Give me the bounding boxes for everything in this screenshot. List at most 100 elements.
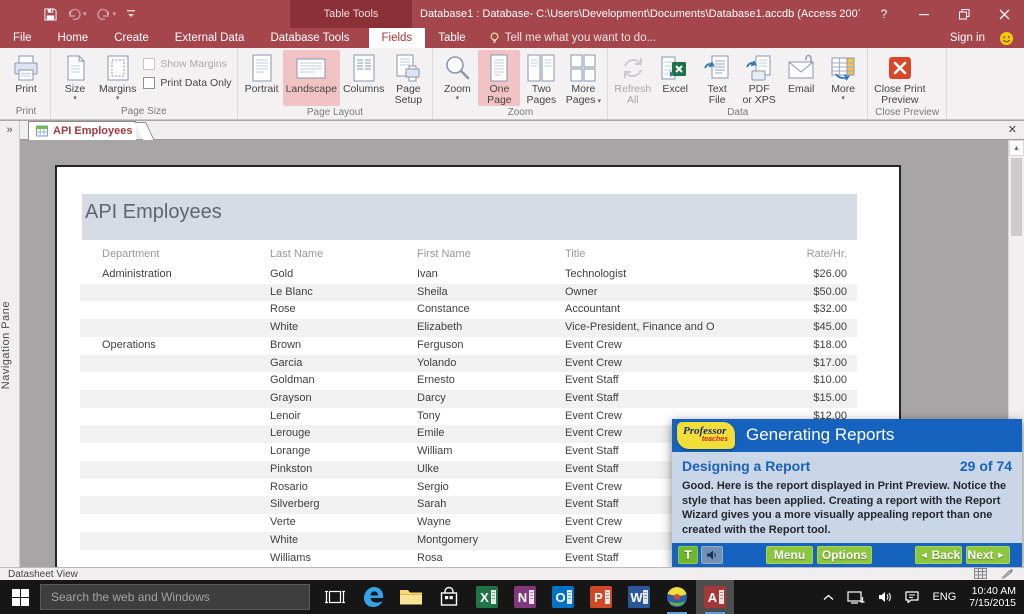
taskbar-app-onenote[interactable]: N [506,580,544,614]
tell-me-box[interactable]: Tell me what you want to do... [489,28,657,48]
start-button[interactable] [0,580,40,614]
close-document-button[interactable]: ✕ [1008,123,1017,136]
edge-icon [361,585,385,609]
ribbon-button-columns[interactable]: Columns [340,50,387,106]
navigation-pane-collapsed[interactable]: » Navigation Pane [0,121,20,567]
report-row-le-blanc: Le BlancSheilaOwner$50.00 [57,284,899,302]
cell-first-name: Sergio [417,481,449,493]
audio-button[interactable] [701,546,723,564]
cell-last-name: Pinkston [270,463,312,475]
ribbon-button-landscape[interactable]: Landscape [283,50,340,106]
cell-title: Event Crew [565,427,622,439]
clock[interactable]: 10:40 AM 7/15/2015 [969,585,1016,609]
design-view-icon[interactable] [1001,568,1014,579]
system-tray: ENG 10:40 AM 7/15/2015 [823,580,1024,614]
document-tab-label: API Employees [53,125,132,137]
cell-title: Event Staff [565,463,619,475]
refresh-icon [619,52,647,84]
cell-title: Technologist [565,268,626,280]
checkbox-show-margins[interactable]: Show Margins [143,58,231,70]
checkbox-print-data-only[interactable]: Print Data Only [143,77,231,89]
taskbar-app-store[interactable] [430,580,468,614]
minimize-button[interactable] [904,0,944,28]
nav-pane-expand-button[interactable]: » [0,121,19,139]
close-window-button[interactable] [984,0,1024,28]
ribbon-tab-table[interactable]: Table [425,28,479,48]
ribbon-tab-fields[interactable]: Fields [369,28,426,48]
save-button[interactable] [44,8,57,21]
hidden-icons-chevron[interactable] [823,594,834,601]
cell-first-name: Montgomery [417,534,478,546]
ribbon-tab-external-data[interactable]: External Data [162,28,258,48]
datasheet-view-icon[interactable] [974,568,987,579]
taskbar-app-excel[interactable]: X [468,580,506,614]
feedback-smiley-icon[interactable] [999,31,1014,46]
taskbar-app-access[interactable]: A [696,580,734,614]
document-tab-api-employees[interactable]: API Employees [28,121,136,140]
ribbon-tab-home[interactable]: Home [45,28,102,48]
cell-rate: $45.00 [697,321,847,333]
taskbar-app-powerpoint[interactable]: P [582,580,620,614]
ribbon-button-close-print-preview[interactable]: Close PrintPreview [871,50,928,106]
undo-button[interactable]: ▾ [67,8,87,20]
next-button[interactable]: Next► [966,546,1010,564]
taskbar-app-word[interactable]: W [620,580,658,614]
cell-first-name: Ferguson [417,339,463,351]
ribbon-button-label: Landscape [286,84,337,95]
ribbon-button-refresh-all[interactable]: RefreshAll [611,50,654,106]
cell-department: Operations [102,339,156,351]
ribbon-button-one-page[interactable]: OnePage [478,50,520,106]
taskbar-app-file-explorer[interactable] [392,580,430,614]
zoom-icon [442,52,472,84]
text-mode-button[interactable]: T [678,546,698,564]
menu-button[interactable]: Menu [766,546,813,564]
ribbon-button-portrait[interactable]: Portrait [241,50,283,106]
save-icon [44,8,57,21]
sign-in-link[interactable]: Sign in [950,32,985,44]
professor-teaches-logo: Professor teaches [677,422,735,449]
ribbon-button-label: TwoPages [527,84,557,106]
context-tools-header: Table Tools [290,0,412,28]
taskbar-search-box[interactable]: Search the web and Windows [40,584,310,610]
ribbon-button-zoom[interactable]: Zoom▾ [436,50,478,106]
language-indicator[interactable]: ENG [932,591,956,603]
taskbar-app-professor-teaches[interactable] [658,580,696,614]
ribbon-button-more-pages[interactable]: MorePages▾ [562,50,604,106]
volume-icon[interactable] [878,591,892,603]
ribbon-tab-row: FileHomeCreateExternal DataDatabase Tool… [0,28,1024,48]
ribbon-button-text-file[interactable]: TextFile [696,50,738,106]
back-button[interactable]: ◄Back [915,546,962,564]
network-display-icon[interactable] [847,591,865,604]
help-button[interactable]: ? [864,0,904,28]
ribbon-button-two-pages[interactable]: TwoPages [520,50,562,106]
options-button[interactable]: Options [817,546,872,564]
professor-teaches-overlay: Professor teaches Generating Reports Des… [672,419,1022,567]
cell-first-name: Wayne [417,516,451,528]
ribbon-button-size[interactable]: Size▾ [54,50,96,105]
ribbon-tab-file[interactable]: File [0,28,45,48]
taskbar-app-edge[interactable] [354,580,392,614]
ribbon-button-pdf-or-xps[interactable]: PDFor XPS [738,50,780,106]
ribbon-button-label: More▾ [831,84,855,103]
taskbar-app-outlook[interactable]: O [544,580,582,614]
restore-button[interactable] [944,0,984,28]
scrollbar-thumb[interactable] [1011,158,1022,236]
word-icon: W [628,586,650,608]
redo-button[interactable]: ▾ [97,8,117,20]
ribbon-button-print[interactable]: Print [5,50,47,105]
ribbon-button-margins[interactable]: Margins▾ [96,50,139,105]
ribbon-button-more[interactable]: More▾ [822,50,864,106]
task-view-button[interactable] [316,580,354,614]
column-header-title: Title [565,248,585,260]
ribbon-button-excel[interactable]: Excel [654,50,696,106]
cell-title: Event Staff [565,392,619,404]
customize-qat-button[interactable] [126,8,136,20]
logo-text-teaches: teaches [677,436,728,444]
ribbon-tab-create[interactable]: Create [101,28,162,48]
ribbon-button-page-setup[interactable]: PageSetup [387,50,429,106]
ribbon-tab-database-tools[interactable]: Database Tools [257,28,362,48]
ribbon-button-email[interactable]: Email [780,50,822,106]
scroll-up-button[interactable]: ▲ [1009,140,1024,156]
action-center-icon[interactable] [905,591,919,603]
cell-last-name: Verte [270,516,296,528]
